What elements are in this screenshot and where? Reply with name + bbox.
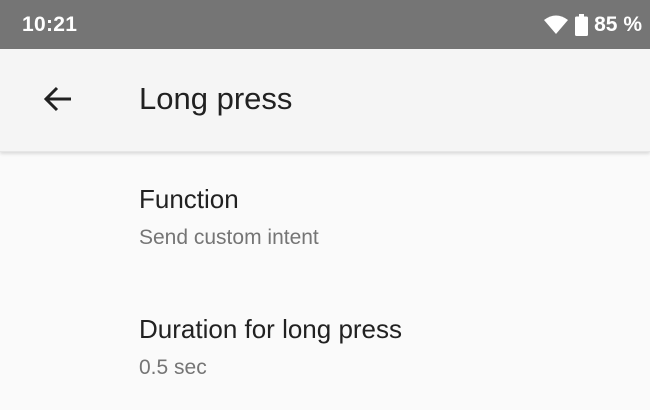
- app-bar: Long press: [0, 49, 650, 152]
- arrow-back-icon: [43, 86, 73, 117]
- preference-title: Duration for long press: [139, 314, 403, 344]
- preference-title: Function: [139, 184, 239, 214]
- back-button[interactable]: [30, 75, 86, 127]
- status-time: 10:21: [22, 12, 78, 36]
- preference-summary: Send custom intent: [139, 226, 319, 249]
- page-title: Long press: [139, 81, 293, 116]
- preference-duration[interactable]: Duration for long press 0.5 sec: [0, 280, 650, 407]
- status-bar: 10:21 85 %: [0, 0, 650, 49]
- wifi-icon: [543, 15, 569, 35]
- status-indicators: 85 %: [543, 13, 642, 37]
- battery-percent: 85 %: [594, 12, 642, 36]
- preference-list: Function Send custom intent Duration for…: [0, 153, 650, 407]
- preference-function[interactable]: Function Send custom intent: [0, 153, 650, 280]
- battery-icon: [575, 13, 589, 36]
- preference-summary: 0.5 sec: [139, 356, 207, 379]
